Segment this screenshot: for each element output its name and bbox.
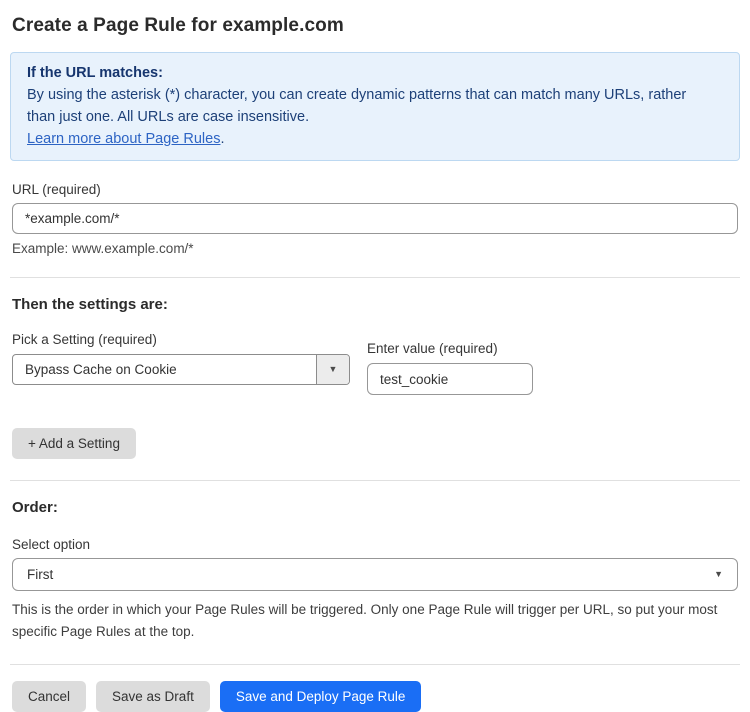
setting-select-arrow-box[interactable]: ▼ [316, 355, 349, 384]
order-select-label: Select option [12, 537, 738, 552]
url-match-info-box: If the URL matches: By using the asteris… [10, 52, 740, 161]
url-example-hint: Example: www.example.com/* [12, 241, 738, 256]
enter-value-column: Enter value (required) [367, 341, 533, 395]
order-help-text: This is the order in which your Page Rul… [12, 599, 734, 643]
enter-value-label: Enter value (required) [367, 341, 533, 356]
page-title: Create a Page Rule for example.com [12, 15, 738, 37]
url-field-label: URL (required) [12, 182, 738, 197]
setting-select-value: Bypass Cache on Cookie [13, 355, 316, 384]
setting-select[interactable]: Bypass Cache on Cookie ▼ [12, 354, 350, 385]
learn-more-link[interactable]: Learn more about Page Rules [27, 131, 220, 147]
divider [10, 277, 740, 278]
info-box-body: By using the asterisk (*) character, you… [27, 84, 692, 128]
link-suffix: . [220, 131, 224, 147]
setting-value-input[interactable] [367, 363, 533, 395]
chevron-down-icon: ▼ [329, 365, 338, 374]
save-and-deploy-button[interactable]: Save and Deploy Page Rule [220, 681, 422, 712]
save-as-draft-button[interactable]: Save as Draft [96, 681, 210, 712]
settings-section-heading: Then the settings are: [12, 296, 738, 313]
pick-setting-column: Pick a Setting (required) Bypass Cache o… [12, 332, 350, 395]
divider [10, 480, 740, 481]
order-select[interactable]: First ▼ [12, 558, 738, 591]
info-box-heading: If the URL matches: [27, 62, 723, 84]
add-setting-button[interactable]: + Add a Setting [12, 428, 136, 459]
url-input[interactable] [12, 203, 738, 234]
cancel-button[interactable]: Cancel [12, 681, 86, 712]
order-section-heading: Order: [12, 499, 738, 516]
divider [10, 664, 740, 665]
pick-setting-label: Pick a Setting (required) [12, 332, 350, 347]
settings-row: Pick a Setting (required) Bypass Cache o… [12, 332, 738, 395]
info-box-link-line: Learn more about Page Rules. [27, 128, 723, 150]
form-actions: Cancel Save as Draft Save and Deploy Pag… [12, 681, 738, 712]
chevron-down-icon: ▼ [714, 570, 723, 579]
order-select-value: First [27, 567, 714, 582]
create-page-rule-form: Create a Page Rule for example.com If th… [0, 0, 750, 712]
